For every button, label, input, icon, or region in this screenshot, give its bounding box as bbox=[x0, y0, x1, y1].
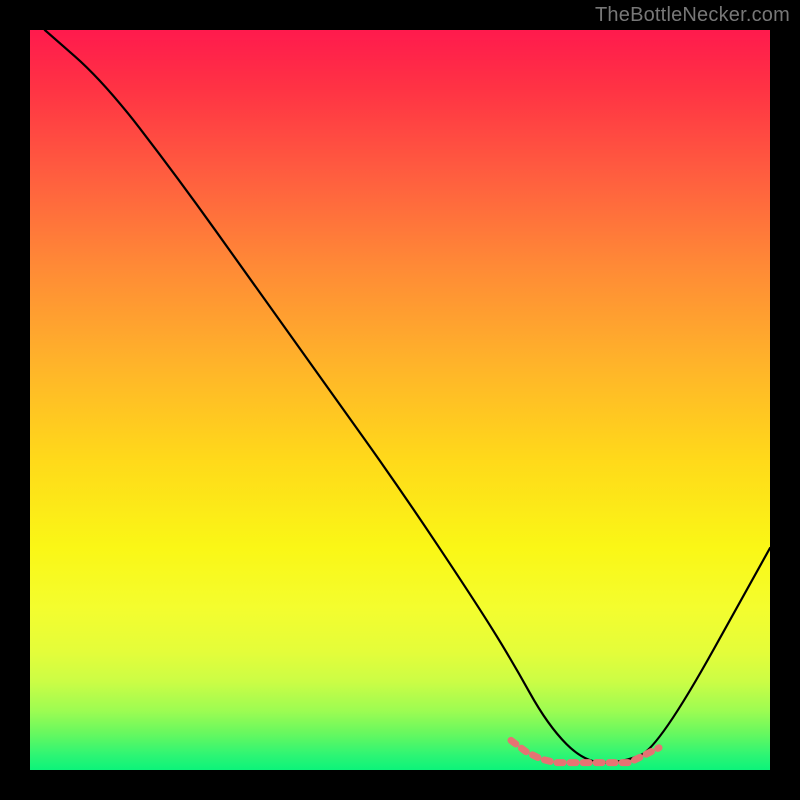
optimal-range-markers bbox=[511, 740, 659, 762]
chart-container: TheBottleNecker.com bbox=[0, 0, 800, 800]
chart-svg bbox=[30, 30, 770, 770]
bottleneck-curve bbox=[45, 30, 770, 763]
watermark-text: TheBottleNecker.com bbox=[595, 4, 790, 27]
plot-area bbox=[30, 30, 770, 770]
optimal-range-path bbox=[511, 740, 659, 762]
